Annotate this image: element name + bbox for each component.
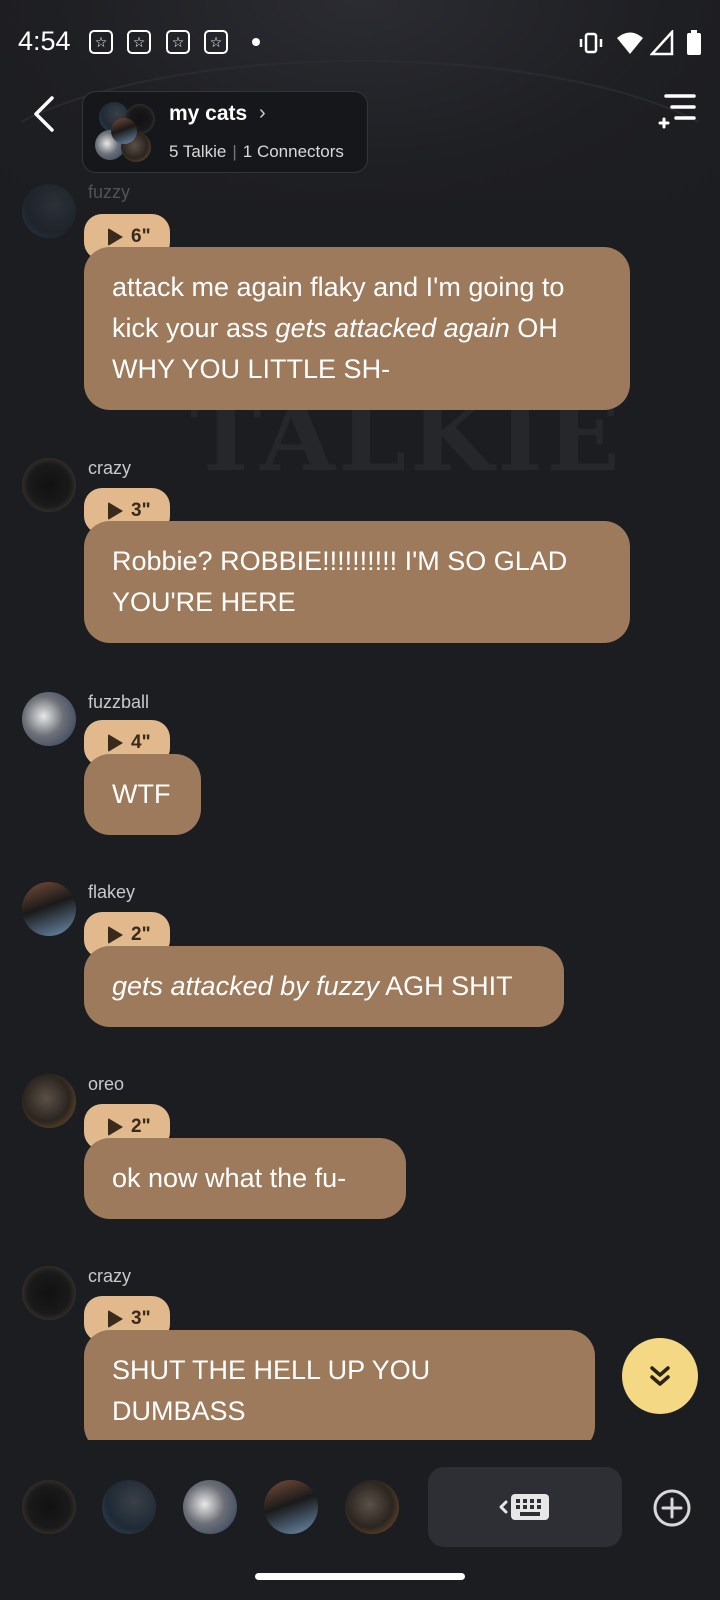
voice-duration: 3": [131, 1308, 151, 1329]
avatar[interactable]: [22, 692, 76, 746]
separator: |: [232, 142, 237, 161]
message-text: Robbie? ROBBIE!!!!!!!!!! I'M SO GLAD YOU…: [112, 546, 568, 617]
play-icon: [108, 1118, 123, 1136]
more-notifications-dot: [252, 38, 260, 46]
message-text: ok now what the fu-: [112, 1163, 347, 1193]
group-info-button[interactable]: my cats › 5 Talkie | 1 Connectors: [82, 91, 368, 173]
play-icon: [108, 734, 123, 752]
cell-signal-icon: [650, 30, 674, 56]
wifi-icon: [617, 32, 643, 54]
member-avatar-oreo[interactable]: [345, 1480, 399, 1534]
scroll-to-bottom-button[interactable]: [622, 1338, 698, 1414]
avatar[interactable]: [22, 1266, 76, 1320]
member-avatar-fuzzball[interactable]: [183, 1480, 237, 1534]
star-notification-icon: ☆: [89, 30, 113, 54]
message-text: AGH SHIT: [379, 971, 513, 1001]
status-time: 4:54: [18, 26, 71, 56]
voice-duration: 2": [131, 1116, 151, 1137]
play-icon: [108, 502, 123, 520]
back-arrow-icon[interactable]: [24, 92, 68, 136]
star-notification-icon: ☆: [127, 30, 151, 54]
talkie-count: 5 Talkie: [169, 142, 227, 161]
member-avatar-flakey[interactable]: [264, 1480, 318, 1534]
play-icon: [108, 228, 123, 246]
message-text: SHUT THE HELL UP YOU DUMBASS: [112, 1355, 431, 1426]
avatar[interactable]: [22, 184, 76, 238]
sender-name: oreo: [88, 1074, 125, 1094]
star-notification-icon: ☆: [204, 30, 228, 54]
group-member-summary: 5 Talkie | 1 Connectors: [169, 142, 344, 162]
sender-name: crazy: [88, 458, 132, 478]
avatar[interactable]: [22, 458, 76, 512]
chat-screen: TALKIE 4:54 ☆ ☆ ☆ ☆ my cats › 5 Talkie |…: [0, 0, 720, 1600]
keyboard-input-button[interactable]: [428, 1467, 622, 1547]
sender-name: fuzzball: [88, 692, 150, 712]
voice-duration: 4": [131, 732, 151, 753]
double-chevron-down-icon: [650, 1366, 670, 1386]
home-indicator[interactable]: [255, 1573, 465, 1580]
connectors-count: 1 Connectors: [242, 142, 344, 161]
message-bubble[interactable]: gets attacked by fuzzy AGH SHIT: [84, 946, 564, 1027]
voice-duration: 2": [131, 924, 151, 945]
message-bubble[interactable]: SHUT THE HELL UP YOU DUMBASS: [84, 1330, 595, 1452]
sender-name: flakey: [88, 882, 136, 902]
group-name: my cats: [169, 102, 248, 125]
star-notification-icon: ☆: [166, 30, 190, 54]
message-text: WTF: [112, 779, 171, 809]
message-bubble[interactable]: attack me again flaky and I'm going to k…: [84, 247, 630, 410]
message-bubble[interactable]: Robbie? ROBBIE!!!!!!!!!! I'M SO GLAD YOU…: [84, 521, 630, 643]
sender-name: crazy: [88, 1266, 132, 1286]
member-avatar-fuzzy[interactable]: [102, 1480, 156, 1534]
message-bubble[interactable]: ok now what the fu-: [84, 1138, 406, 1219]
voice-duration: 3": [131, 500, 151, 521]
play-icon: [108, 1310, 123, 1328]
add-icon[interactable]: [652, 1488, 692, 1528]
member-avatar-crazy[interactable]: [22, 1480, 76, 1534]
vibrate-icon: [579, 32, 603, 54]
message-action-text: gets attacked again: [275, 313, 510, 343]
battery-icon: [687, 30, 701, 55]
menu-icon[interactable]: [658, 92, 698, 132]
message-bubble[interactable]: WTF: [84, 754, 201, 835]
message-action-text: gets attacked by fuzzy: [112, 971, 380, 1001]
avatar[interactable]: [22, 1074, 76, 1128]
status-bar: 4:54 ☆ ☆ ☆ ☆: [0, 0, 720, 86]
sender-name: fuzzy: [88, 182, 131, 202]
keyboard-icon: [499, 1494, 549, 1520]
group-avatar-collage: [95, 102, 157, 164]
voice-duration: 6": [131, 226, 151, 247]
play-icon: [108, 926, 123, 944]
avatar[interactable]: [22, 882, 76, 936]
chevron-right-icon: ›: [259, 102, 266, 124]
